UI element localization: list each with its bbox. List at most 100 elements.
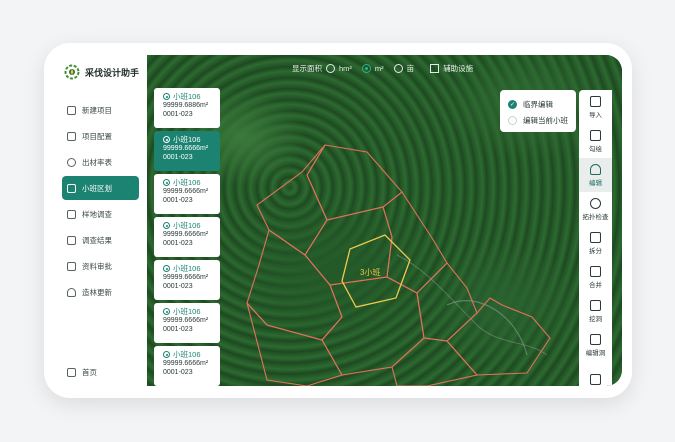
merge-icon — [590, 265, 601, 277]
plot-boundary[interactable] — [321, 276, 425, 376]
sidebar-item-label: 造林更新 — [82, 287, 112, 297]
approval-icon — [67, 261, 76, 271]
list-item[interactable]: 小班106 99999.6886m² 0001-023 — [154, 88, 220, 128]
unit-label-hm2: hm² — [339, 63, 352, 73]
plot-boundary[interactable] — [306, 144, 403, 221]
sidebar-item-survey-result[interactable]: 调查结果 — [62, 228, 139, 252]
edit-hole-icon — [590, 333, 601, 345]
road-line — [396, 254, 548, 356]
plot-target-icon — [163, 351, 170, 358]
sidebar-item-label: 新建项目 — [82, 105, 112, 115]
unit-label-m2: m² — [374, 63, 384, 73]
sidebar-item-reforest[interactable]: 造林更新 — [62, 280, 139, 304]
unit-radio-mu[interactable] — [393, 63, 403, 73]
list-item[interactable]: 小班106 99999.6666m² 0001-023 — [154, 303, 220, 343]
sidebar-item-sample-survey[interactable]: 样地调查 — [62, 202, 139, 226]
tool-merge-button[interactable]: 合并 — [579, 260, 612, 294]
tool-split-button[interactable]: 拆分 — [579, 226, 612, 260]
sidebar-item-new-project[interactable]: 新建项目 — [62, 98, 139, 122]
edit-option-label: 临界编辑 — [523, 99, 553, 109]
plot-target-icon — [163, 179, 170, 186]
tool-label: 编辑 — [589, 179, 602, 187]
unit-radio-m2[interactable] — [361, 63, 371, 73]
plot-name: 小班106 — [173, 92, 201, 101]
tool-label: 编辑洞 — [585, 349, 606, 357]
app-title: 采伐设计助手 — [85, 67, 140, 78]
plot-target-icon — [163, 93, 170, 100]
list-item[interactable]: 小班106 99999.6666m² 0001-023 — [154, 217, 220, 257]
tool-hole-button[interactable]: 挖洞 — [579, 294, 612, 328]
plot-target-icon — [163, 222, 170, 229]
sidebar-item-home[interactable]: 首页 — [62, 364, 97, 380]
sidebar-item-config[interactable]: 项目配置 — [62, 124, 139, 148]
area-unit-bar: 显示面积 hm² m² 亩 辅助设施 — [292, 61, 473, 75]
plot-name: 小班106 — [173, 350, 201, 359]
plot-boundary[interactable] — [391, 337, 479, 386]
plot-list: 小班106 99999.6886m² 0001-023 小班106 99999.… — [154, 88, 220, 386]
app-logo-icon — [64, 64, 80, 80]
plot-boundary[interactable] — [256, 144, 328, 256]
plot-boundary[interactable] — [246, 229, 343, 341]
brand: 采伐设计助手 — [64, 64, 139, 80]
sidebar-item-label: 资料审批 — [82, 261, 112, 271]
plot-area: 99999.6666m² — [163, 317, 209, 324]
plot-area: 99999.6666m² — [163, 360, 209, 367]
map-toolbar: 导入 勾绘 编辑 拓扑检查 拆分 合并 挖洞 编辑洞 — [579, 90, 612, 386]
tool-import-button[interactable]: 导入 — [579, 90, 612, 124]
satellite-map[interactable]: 3小班 显示面积 hm² m² 亩 辅助设施 小班106 99999.6886m… — [147, 55, 622, 386]
check-icon: ✓ — [508, 99, 517, 109]
tool-edit-hole-button[interactable]: 编辑洞 — [579, 328, 612, 362]
plot-code: 0001-023 — [163, 111, 193, 118]
survey-result-icon — [67, 235, 76, 245]
sample-survey-icon — [67, 209, 76, 219]
yield-table-icon — [67, 157, 76, 167]
sidebar-item-yield-table[interactable]: 出材率表 — [62, 150, 139, 174]
plot-code: 0001-023 — [163, 154, 193, 161]
tool-label: 合并 — [589, 281, 602, 289]
plot-target-icon — [163, 136, 170, 143]
edit-icon — [590, 163, 601, 175]
plot-name: 小班106 — [173, 221, 201, 230]
list-item[interactable]: 小班106 99999.6666m² 0001-023 — [154, 260, 220, 300]
import-icon — [590, 95, 601, 107]
sidebar-item-label: 首页 — [82, 367, 97, 377]
aux-facility-checkbox[interactable] — [430, 63, 440, 73]
plot-name: 小班106 — [173, 135, 201, 144]
sidebar-item-label: 出材率表 — [82, 157, 112, 167]
area-label: 显示面积 — [292, 63, 322, 73]
sketch-icon — [590, 129, 601, 141]
tool-more-button[interactable] — [579, 362, 612, 386]
list-item[interactable]: 小班106 99999.6666m² 0001-023 — [154, 131, 220, 171]
plot-target-icon — [163, 265, 170, 272]
tool-sketch-button[interactable]: 勾绘 — [579, 124, 612, 158]
config-icon — [67, 131, 76, 141]
edit-option-current-plot[interactable]: 编辑当前小班 — [508, 112, 576, 128]
tool-label: 拆分 — [589, 247, 602, 255]
sidebar-item-approval[interactable]: 资料审批 — [62, 254, 139, 278]
tool-edit-button[interactable]: 编辑 — [579, 158, 612, 192]
hole-icon — [590, 299, 601, 311]
unit-radio-hm2[interactable] — [326, 63, 335, 73]
edit-option-label: 编辑当前小班 — [523, 115, 568, 125]
plot-area: 99999.6666m² — [163, 274, 209, 281]
selected-plot-label: 3小班 — [360, 267, 380, 277]
list-item[interactable]: 小班106 99999.6666m² 0001-023 — [154, 346, 220, 386]
list-item[interactable]: 小班106 99999.6666m² 0001-023 — [154, 174, 220, 214]
plot-division-icon — [67, 183, 76, 193]
plot-code: 0001-023 — [163, 197, 193, 204]
app-screen: 采伐设计助手 新建项目 项目配置 出材率表 小班区划 样地调查 调查结果 资料审… — [54, 55, 622, 386]
plot-boundary[interactable] — [246, 302, 343, 386]
sidebar-item-label: 项目配置 — [82, 131, 112, 141]
tool-topology-button[interactable]: 拓扑检查 — [579, 192, 612, 226]
plot-code: 0001-023 — [163, 240, 193, 247]
plot-name: 小班106 — [173, 264, 201, 273]
edit-option-boundary[interactable]: ✓ 临界编辑 — [508, 96, 576, 112]
sidebar-item-label: 小班区划 — [82, 183, 112, 193]
more-tool-icon — [590, 373, 601, 385]
plot-area: 99999.6666m² — [163, 145, 209, 152]
sidebar-item-plot-division[interactable]: 小班区划 — [62, 176, 139, 200]
plot-name: 小班106 — [173, 178, 201, 187]
plot-code: 0001-023 — [163, 283, 193, 290]
tablet-frame: 采伐设计助手 新建项目 项目配置 出材率表 小班区划 样地调查 调查结果 资料审… — [44, 43, 632, 398]
plot-area: 99999.6886m² — [163, 102, 209, 109]
